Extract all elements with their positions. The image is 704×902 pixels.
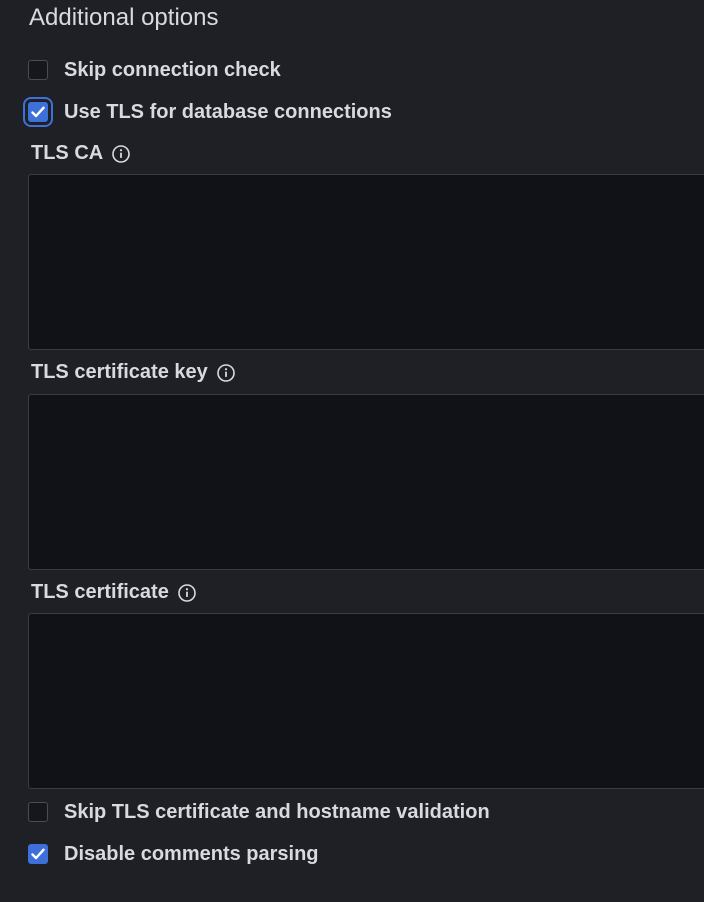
skip-tls-validation-label: Skip TLS certificate and hostname valida…: [64, 800, 490, 823]
tls-cert-key-field-label: TLS certificate key: [31, 361, 236, 384]
tls-cert-key-label: TLS certificate key: [31, 361, 208, 383]
skip-connection-check-label: Skip connection check: [64, 58, 281, 81]
info-icon[interactable]: [216, 363, 236, 383]
tls-cert-textarea[interactable]: [28, 613, 704, 789]
skip-connection-check-option[interactable]: Skip connection check: [28, 58, 281, 82]
checkmark-icon: [31, 106, 45, 118]
tls-ca-field-label: TLS CA: [31, 142, 131, 165]
tls-cert-label: TLS certificate: [31, 581, 169, 603]
disable-comments-parsing-option[interactable]: Disable comments parsing: [28, 842, 319, 866]
section-title: Additional options: [29, 4, 219, 31]
info-icon[interactable]: [111, 144, 131, 164]
checkmark-icon: [31, 848, 45, 860]
tls-ca-label: TLS CA: [31, 142, 104, 164]
additional-options-panel: Additional options Skip connection check…: [0, 0, 704, 902]
tls-ca-textarea[interactable]: [28, 174, 704, 350]
disable-comments-parsing-checkbox[interactable]: [28, 844, 48, 864]
use-tls-option[interactable]: Use TLS for database connections: [23, 97, 392, 127]
skip-tls-validation-checkbox[interactable]: [28, 802, 48, 822]
info-icon[interactable]: [177, 583, 197, 603]
use-tls-label: Use TLS for database connections: [64, 100, 392, 123]
skip-connection-check-checkbox[interactable]: [28, 60, 48, 80]
disable-comments-parsing-label: Disable comments parsing: [64, 842, 319, 865]
use-tls-checkbox[interactable]: [23, 97, 53, 127]
skip-tls-validation-option[interactable]: Skip TLS certificate and hostname valida…: [28, 800, 490, 824]
tls-cert-field-label: TLS certificate: [31, 581, 197, 604]
tls-cert-key-textarea[interactable]: [28, 394, 704, 570]
